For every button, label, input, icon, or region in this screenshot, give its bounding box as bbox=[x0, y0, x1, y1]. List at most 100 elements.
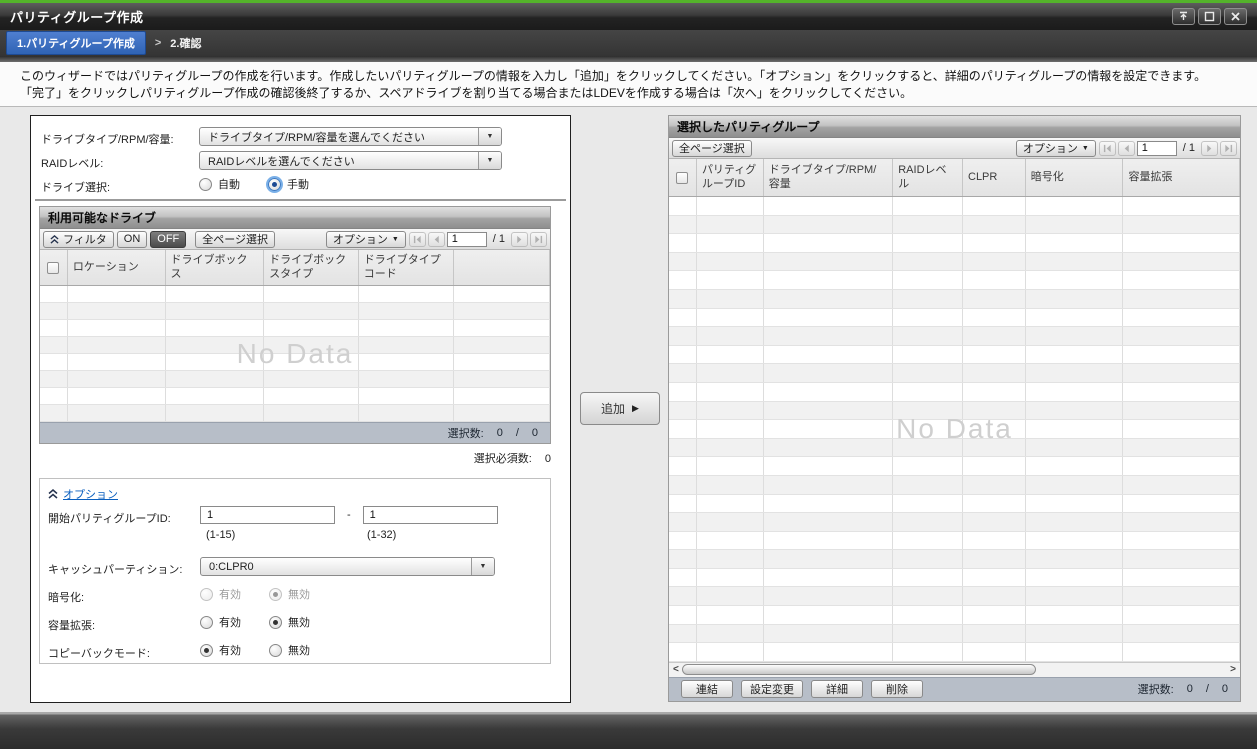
table-cell bbox=[963, 383, 1026, 401]
filter-off-button[interactable]: OFF bbox=[150, 231, 186, 248]
table-cell bbox=[764, 439, 894, 457]
action-button[interactable]: 設定変更 bbox=[741, 680, 803, 698]
copyback-disabled-radio[interactable] bbox=[269, 644, 282, 657]
parity-group-id-from-input[interactable] bbox=[200, 506, 335, 524]
scroll-left-icon[interactable]: < bbox=[673, 665, 679, 675]
select-all-checkbox[interactable] bbox=[676, 172, 688, 184]
table-cell bbox=[40, 320, 68, 336]
table-cell bbox=[963, 420, 1026, 438]
next-page-button[interactable] bbox=[511, 232, 528, 247]
options-menu-button[interactable]: オプション ▼ bbox=[1016, 140, 1096, 157]
options-toggle[interactable]: オプション bbox=[48, 486, 118, 502]
capacity-disabled-label: 無効 bbox=[288, 614, 310, 630]
table-row bbox=[40, 286, 550, 303]
section-divider bbox=[35, 199, 566, 201]
last-page-icon bbox=[1224, 144, 1233, 153]
page-input[interactable] bbox=[447, 232, 487, 247]
table-cell bbox=[68, 388, 166, 404]
table-cell bbox=[697, 197, 764, 215]
encryption-disabled-radio[interactable] bbox=[269, 588, 282, 601]
select-all-pages-button[interactable]: 全ページ選択 bbox=[672, 140, 752, 157]
action-button[interactable]: 削除 bbox=[871, 680, 923, 698]
selected-parity-groups-table: 選択したパリティグループ 全ページ選択 オプション ▼ / 1 パリティグループ… bbox=[668, 115, 1241, 702]
prev-page-button[interactable] bbox=[428, 232, 445, 247]
column-header[interactable]: ロケーション bbox=[68, 250, 166, 285]
column-header[interactable]: ドライブタイプ/RPM/容量 bbox=[764, 159, 894, 196]
capacity-disabled-radio[interactable] bbox=[269, 616, 282, 629]
select-all-pages-button[interactable]: 全ページ選択 bbox=[195, 231, 275, 248]
horizontal-scrollbar: < > bbox=[669, 662, 1240, 677]
column-header[interactable]: RAIDレベル bbox=[893, 159, 963, 196]
auto-radio[interactable] bbox=[199, 178, 212, 191]
next-page-icon bbox=[515, 235, 524, 244]
table-cell bbox=[68, 337, 166, 353]
options-menu-button[interactable]: オプション ▼ bbox=[326, 231, 406, 248]
table-cell bbox=[166, 388, 265, 404]
maximize-button[interactable] bbox=[1198, 8, 1221, 25]
capacity-enabled-radio[interactable] bbox=[200, 616, 213, 629]
table-cell bbox=[764, 383, 894, 401]
options-link[interactable]: オプション bbox=[63, 486, 118, 502]
rollup-button[interactable] bbox=[1172, 8, 1195, 25]
column-header[interactable]: 容量拡張 bbox=[1123, 159, 1240, 196]
column-header[interactable]: ドライブタイプコード bbox=[359, 250, 455, 285]
close-button[interactable] bbox=[1224, 8, 1247, 25]
action-button[interactable]: 詳細 bbox=[811, 680, 863, 698]
parity-group-settings-panel: ドライブタイプ/RPM/容量: ドライブタイプ/RPM/容量を選んでください ▼… bbox=[30, 115, 571, 703]
column-header[interactable]: 暗号化 bbox=[1026, 159, 1124, 196]
copyback-enabled-radio[interactable] bbox=[200, 644, 213, 657]
column-header[interactable]: パリティグループID bbox=[697, 159, 764, 196]
raid-level-select[interactable]: RAIDレベルを選んでください ▼ bbox=[199, 151, 502, 170]
table-row bbox=[40, 371, 550, 388]
table-cell bbox=[359, 405, 455, 421]
scroll-right-icon[interactable]: > bbox=[1230, 665, 1236, 675]
parity-group-id-to-input[interactable] bbox=[363, 506, 498, 524]
table-cell bbox=[1026, 253, 1124, 271]
add-button[interactable]: 追加 ▶ bbox=[580, 392, 660, 425]
table-cell bbox=[764, 346, 894, 364]
last-page-button[interactable] bbox=[1220, 141, 1237, 156]
scrollbar-thumb[interactable] bbox=[682, 664, 1036, 675]
required-count-label: 選択必須数: bbox=[474, 453, 532, 465]
encryption-enabled-radio[interactable] bbox=[200, 588, 213, 601]
required-selection-row: 選択必須数: 0 bbox=[39, 450, 551, 466]
filter-button[interactable]: フィルタ bbox=[43, 231, 114, 248]
column-header[interactable] bbox=[454, 250, 550, 285]
table-row bbox=[669, 234, 1240, 253]
table-cell bbox=[697, 402, 764, 420]
drive-type-select[interactable]: ドライブタイプ/RPM/容量を選んでください ▼ bbox=[199, 127, 502, 146]
window-title: パリティグループ作成 bbox=[10, 7, 143, 26]
step-1-active: 1.パリティグループ作成 bbox=[6, 31, 146, 55]
table-cell bbox=[669, 364, 697, 382]
available-drives-toolbar: フィルタ ON OFF 全ページ選択 オプション ▼ / 1 bbox=[40, 229, 550, 250]
table-row bbox=[669, 625, 1240, 644]
table-cell bbox=[669, 216, 697, 234]
table-cell bbox=[764, 476, 894, 494]
table-cell bbox=[697, 495, 764, 513]
table-cell bbox=[1026, 439, 1124, 457]
manual-radio[interactable] bbox=[268, 178, 281, 191]
column-header[interactable]: ドライブボックスタイプ bbox=[264, 250, 359, 285]
first-page-button[interactable] bbox=[409, 232, 426, 247]
last-page-button[interactable] bbox=[530, 232, 547, 247]
table-row bbox=[669, 550, 1240, 569]
column-header[interactable]: CLPR bbox=[963, 159, 1026, 196]
action-button[interactable]: 連結 bbox=[681, 680, 733, 698]
scrollbar-track[interactable] bbox=[682, 664, 1227, 675]
table-cell bbox=[1026, 327, 1124, 345]
first-page-button[interactable] bbox=[1099, 141, 1116, 156]
cache-partition-select[interactable]: 0:CLPR0 ▼ bbox=[200, 557, 495, 576]
select-all-checkbox[interactable] bbox=[47, 262, 59, 274]
table-cell bbox=[1123, 309, 1240, 327]
cache-partition-value: 0:CLPR0 bbox=[201, 558, 471, 575]
filter-on-button[interactable]: ON bbox=[117, 231, 148, 248]
encryption-label: 暗号化: bbox=[48, 589, 84, 605]
next-page-button[interactable] bbox=[1201, 141, 1218, 156]
table-row bbox=[669, 532, 1240, 551]
prev-page-button[interactable] bbox=[1118, 141, 1135, 156]
page-input[interactable] bbox=[1137, 141, 1177, 156]
table-cell bbox=[40, 286, 68, 302]
column-header[interactable]: ドライブボックス bbox=[166, 250, 265, 285]
add-button-label: 追加 bbox=[601, 400, 625, 417]
table-cell bbox=[764, 625, 894, 643]
